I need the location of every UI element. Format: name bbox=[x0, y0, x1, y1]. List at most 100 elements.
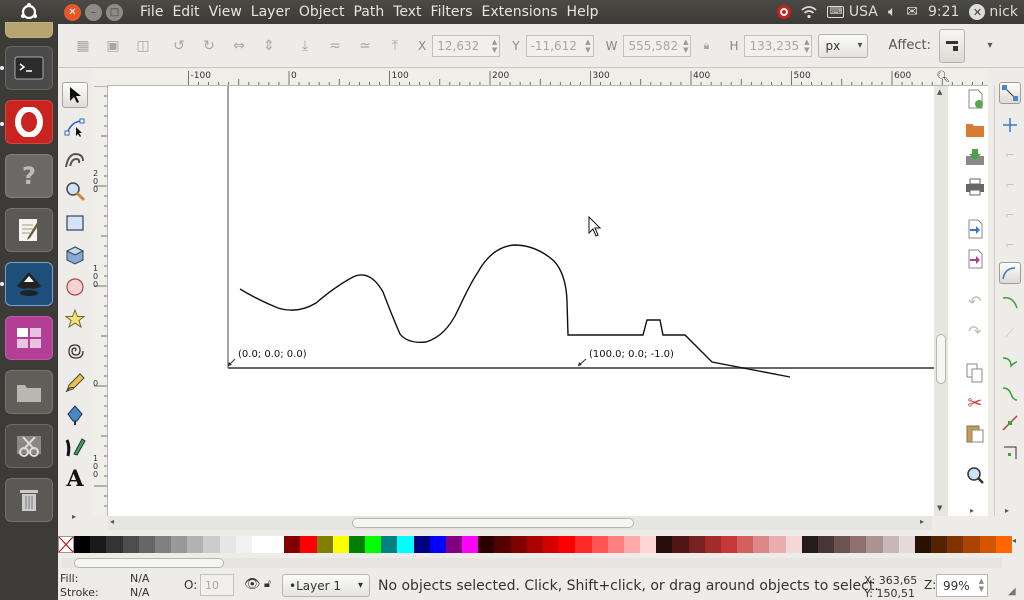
undo-icon[interactable]: ↶ bbox=[964, 290, 986, 312]
layer-visibility-eye-icon[interactable]: 👁︎ bbox=[244, 577, 261, 592]
tweak-tool-icon[interactable] bbox=[62, 146, 88, 172]
redo-icon[interactable]: ↷ bbox=[964, 320, 986, 342]
snap-cusp-nodes-icon[interactable] bbox=[999, 352, 1021, 374]
menu-object[interactable]: Object bbox=[299, 4, 345, 20]
rectangle-tool-icon[interactable] bbox=[62, 210, 88, 236]
menu-text[interactable]: Text bbox=[393, 4, 421, 20]
palette-swatch[interactable] bbox=[834, 536, 851, 553]
opacity-field[interactable]: 10 bbox=[200, 574, 234, 596]
palette-swatch[interactable] bbox=[817, 536, 835, 553]
affect-stroke-toggle-icon[interactable] bbox=[938, 28, 965, 63]
lower-icon[interactable]: ≂ bbox=[324, 35, 346, 57]
screenshot-app-icon[interactable] bbox=[5, 424, 53, 468]
snap-bbox-edge-icon[interactable]: ⌐ bbox=[999, 144, 1021, 166]
menu-file[interactable]: File bbox=[140, 4, 163, 20]
resize-grip-icon[interactable]: ◢ bbox=[1008, 586, 1016, 597]
palette-scroll-thumb[interactable] bbox=[74, 558, 224, 568]
x-spinner-icon[interactable]: ▲ ▼ bbox=[492, 38, 497, 54]
palette-swatch[interactable] bbox=[154, 536, 172, 553]
vertical-scroll-thumb[interactable] bbox=[936, 334, 946, 384]
palette-swatch[interactable] bbox=[187, 536, 204, 553]
palette-swatch[interactable] bbox=[801, 536, 818, 553]
inkscape-app-icon[interactable] bbox=[5, 262, 53, 306]
spiral-tool-icon[interactable] bbox=[62, 338, 88, 364]
zoom-selection-icon[interactable] bbox=[964, 464, 986, 486]
horizontal-scroll-thumb[interactable] bbox=[352, 518, 634, 528]
no-paint-swatch[interactable] bbox=[58, 536, 74, 553]
palette-swatch[interactable] bbox=[947, 536, 964, 553]
palette-swatch[interactable] bbox=[300, 536, 317, 553]
palette-swatch[interactable] bbox=[995, 536, 1012, 553]
paste-icon[interactable] bbox=[964, 422, 986, 444]
pen-tool-icon[interactable] bbox=[62, 402, 88, 428]
import-icon[interactable] bbox=[964, 218, 986, 240]
palette-swatch[interactable] bbox=[122, 536, 139, 553]
raise-to-top-icon[interactable]: ⤒ bbox=[384, 35, 406, 57]
palette-swatch[interactable] bbox=[235, 536, 252, 553]
menu-filters[interactable]: Filters bbox=[431, 4, 473, 20]
zoom-tool-icon[interactable] bbox=[62, 178, 88, 204]
lock-ratio-icon[interactable]: 🔒︎ bbox=[695, 35, 717, 57]
palette-swatch[interactable] bbox=[106, 536, 123, 553]
palette-swatch[interactable] bbox=[284, 536, 301, 553]
node-tool-icon[interactable] bbox=[62, 114, 88, 140]
ellipse-tool-icon[interactable] bbox=[62, 274, 88, 300]
color-palette[interactable] bbox=[74, 536, 1012, 553]
palette-swatch[interactable] bbox=[74, 536, 91, 553]
palette-swatch[interactable] bbox=[445, 536, 463, 553]
palette-swatch[interactable] bbox=[219, 536, 236, 553]
flip-horizontal-icon[interactable]: ⇔ bbox=[228, 35, 250, 57]
palette-swatch[interactable] bbox=[381, 536, 398, 553]
palette-swatch[interactable] bbox=[138, 536, 155, 553]
palette-swatch[interactable] bbox=[203, 536, 220, 553]
volume-icon[interactable]: 🔈︎ bbox=[888, 4, 896, 20]
menu-view[interactable]: View bbox=[209, 4, 242, 20]
palette-swatch[interactable] bbox=[510, 536, 527, 553]
menu-help[interactable]: Help bbox=[567, 4, 599, 20]
palette-swatch[interactable] bbox=[656, 536, 673, 553]
copy-icon[interactable] bbox=[964, 362, 986, 384]
rotate-ccw-icon[interactable]: ↺ bbox=[168, 35, 190, 57]
help-app-icon[interactable]: ? bbox=[5, 154, 53, 198]
raise-icon[interactable]: ≃ bbox=[354, 35, 376, 57]
partial-launcher-tile[interactable] bbox=[5, 22, 53, 38]
workspace-switcher-app-icon[interactable] bbox=[5, 316, 53, 360]
user-menu[interactable]: ✕ nick bbox=[969, 4, 1018, 20]
snap-bbox-center-icon[interactable]: ⌐ bbox=[999, 234, 1021, 256]
palette-swatch[interactable] bbox=[914, 536, 932, 553]
zoom-corner-icon[interactable]: 🔍︎ bbox=[936, 70, 950, 83]
snap-bbox-corner-icon[interactable]: ⌐ bbox=[999, 174, 1021, 196]
palette-swatch[interactable] bbox=[866, 536, 883, 553]
export-icon[interactable] bbox=[964, 248, 986, 270]
select-all-icon[interactable]: ▦ bbox=[72, 35, 94, 57]
layer-select[interactable]: •Layer 1 bbox=[282, 574, 370, 597]
save-document-icon[interactable] bbox=[964, 146, 986, 168]
files-app-icon[interactable] bbox=[5, 370, 53, 414]
clock[interactable]: 9:21 bbox=[928, 4, 959, 20]
palette-swatch[interactable] bbox=[90, 536, 107, 553]
lower-to-bottom-icon[interactable]: ⤓ bbox=[294, 35, 316, 57]
palette-swatch[interactable] bbox=[640, 536, 657, 553]
palette-swatch[interactable] bbox=[672, 536, 689, 553]
palette-swatch[interactable] bbox=[720, 536, 738, 553]
deselect-icon[interactable]: ◫ bbox=[132, 35, 154, 57]
palette-swatch[interactable] bbox=[413, 536, 430, 553]
close-window-button[interactable]: ✕ bbox=[64, 3, 81, 21]
minimize-window-button[interactable]: – bbox=[85, 3, 102, 21]
palette-swatch[interactable] bbox=[251, 536, 269, 553]
palette-swatch[interactable] bbox=[397, 536, 414, 553]
menu-edit[interactable]: Edit bbox=[172, 4, 199, 20]
commands-more-icon[interactable]: ▸ bbox=[970, 506, 974, 515]
selector-tool-icon[interactable] bbox=[62, 82, 88, 108]
drawing-canvas[interactable]: (0.0; 0.0; 0.0) (100.0; 0.0; -1.0) bbox=[108, 86, 988, 516]
palette-swatch[interactable] bbox=[931, 536, 948, 553]
unit-select[interactable]: px bbox=[818, 33, 869, 58]
opera-app-icon[interactable] bbox=[5, 100, 53, 144]
scroll-up-icon[interactable]: ▲ bbox=[937, 88, 942, 96]
h-field[interactable]: 133,235 ▲ ▼ bbox=[744, 34, 813, 57]
snap-toggle-icon[interactable] bbox=[999, 82, 1021, 104]
palette-swatch[interactable] bbox=[542, 536, 560, 553]
open-document-icon[interactable] bbox=[964, 118, 986, 140]
calligraphy-tool-icon[interactable] bbox=[62, 434, 88, 460]
select-all-layers-icon[interactable]: ▣ bbox=[102, 35, 124, 57]
